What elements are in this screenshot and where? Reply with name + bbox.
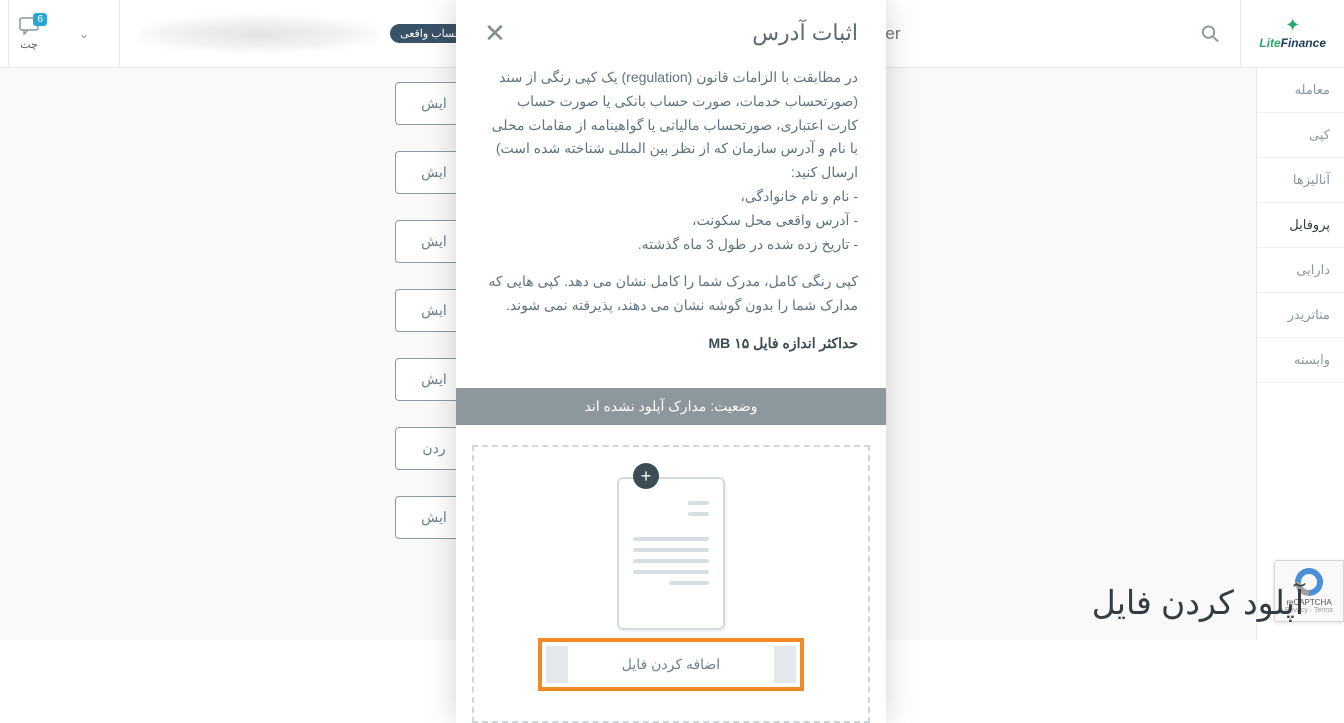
modal-paragraph-2: کپی رنگی کامل، مدرک شما را کامل نشان می … [484, 270, 858, 318]
add-file-highlight: اضافه کردن فایل [538, 638, 804, 691]
modal-bullet-3: - تاریخ زده شده در طول 3 ماه گذشته. [638, 236, 858, 252]
logo[interactable]: ✦ LiteFinance [1240, 0, 1344, 68]
chat-widget[interactable]: 6 چت [8, 0, 49, 68]
sidebar-item-copy[interactable]: کپی [1257, 113, 1344, 158]
sidebar-item-analysis[interactable]: آنالیزها [1257, 158, 1344, 203]
sidebar-item-trade[interactable]: معامله [1257, 68, 1344, 113]
sidebar-item-affiliate[interactable]: وابسته [1257, 338, 1344, 383]
modal-bullet-1: - نام و نام خانوادگی، [740, 188, 858, 204]
user-account-area[interactable]: حساب واقعی [119, 0, 489, 68]
document-illustration-icon: + [611, 465, 731, 630]
chat-badge: 6 [33, 13, 47, 26]
address-proof-modal: اثبات آدرس ✕ در مطابقت با الزامات قانون … [456, 0, 886, 723]
chevron-down-icon[interactable]: ⌄ [67, 27, 101, 41]
sidebar-item-metatrader[interactable]: متاتریدر [1257, 293, 1344, 338]
user-info-blurred [138, 16, 378, 52]
modal-bullet-2: - آدرس واقعی محل سکونت، [692, 212, 858, 228]
modal-title: اثبات آدرس [752, 20, 858, 46]
sidebar-item-assets[interactable]: دارایی [1257, 248, 1344, 293]
file-size-note: حداکثر اندازه فایل ۱۵ MB [484, 332, 858, 356]
right-sidebar: معامله کپی آنالیزها پروفایل دارایی متاتر… [1256, 68, 1344, 640]
upload-status-bar: وضعیت: مدارک آپلود نشده اند [456, 388, 886, 425]
modal-paragraph-1: در مطابقت با الزامات قانون (regulation) … [492, 69, 858, 180]
sidebar-item-profile[interactable]: پروفایل [1257, 203, 1344, 248]
search-icon[interactable] [1201, 24, 1220, 44]
logo-mark-icon: ✦ [1259, 16, 1326, 34]
annotation-label: آپلود کردن فایل [1092, 583, 1304, 622]
add-file-button[interactable]: اضافه کردن فایل [546, 646, 796, 683]
plus-icon: + [633, 463, 659, 489]
close-icon[interactable]: ✕ [484, 20, 506, 46]
file-upload-dropzone[interactable]: + اضافه کردن فایل [472, 445, 870, 723]
chat-label: چت [20, 38, 38, 51]
